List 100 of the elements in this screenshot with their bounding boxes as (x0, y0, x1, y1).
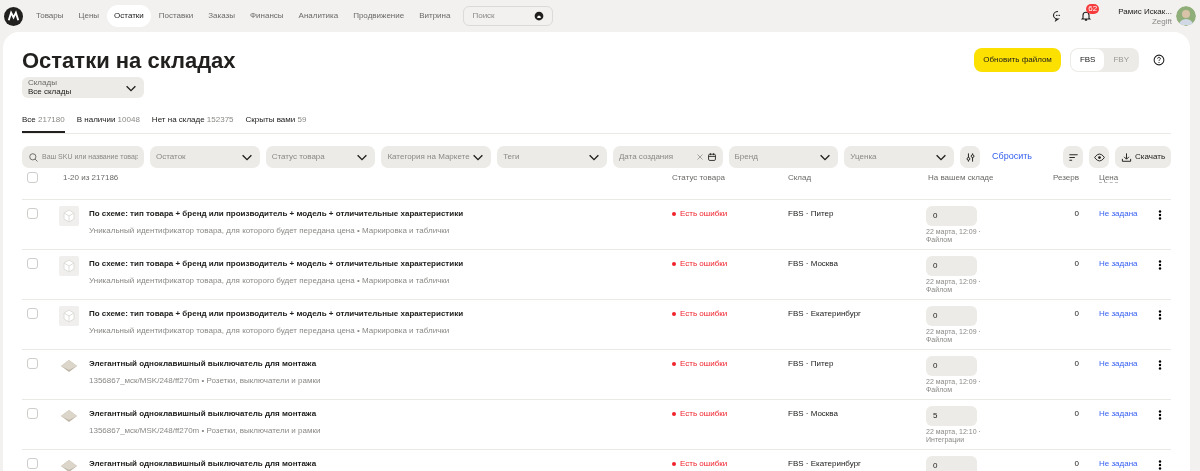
product-title[interactable]: Элегантный одноклавишный выключатель для монтажа (89, 458, 317, 470)
price-link[interactable]: Не задана (1079, 358, 1149, 370)
warehouse-text: FBS · Москва (788, 408, 839, 420)
product-title[interactable]: По схеме: тип товара + бренд или производитель + модель + отличительные характеристики (89, 308, 464, 320)
settings-button[interactable] (960, 146, 981, 168)
stock-field[interactable]: 0 (926, 306, 977, 326)
checkbox[interactable] (27, 358, 38, 369)
search-field[interactable]: Поиск (463, 6, 554, 26)
nav-tab[interactable]: Заказы (201, 5, 242, 27)
product-subtitle: Уникальный идентификатор товара, для которого будет передана цена • Маркировка и таблички (89, 325, 451, 337)
status-dot-icon (672, 362, 676, 366)
nav-tab[interactable]: Продвижение (346, 5, 412, 27)
nav-tab[interactable]: Цены (71, 5, 107, 27)
stock-field[interactable]: 0 (926, 356, 977, 376)
filter-select[interactable]: Уценка (844, 146, 955, 168)
price-link[interactable]: Не задана (1079, 408, 1149, 420)
status-text: Есть ошибки (680, 358, 728, 370)
sort-button[interactable] (1063, 146, 1084, 168)
warehouse-text: FBS · Питер (788, 358, 835, 370)
status-text: Есть ошибки (680, 308, 728, 320)
warehouse-text: FBS · Москва (788, 258, 839, 270)
product-title[interactable]: По схеме: тип товара + бренд или производитель + модель + отличительные характеристики (89, 208, 464, 220)
more-icon (1156, 310, 1164, 320)
checkbox[interactable] (27, 408, 38, 419)
page-title: Остатки на складах (22, 47, 237, 74)
stock-field[interactable]: 0 (926, 256, 977, 276)
download-button[interactable]: Скачать (1115, 146, 1172, 168)
mode-option[interactable]: FBS (1070, 49, 1105, 71)
price-link[interactable]: Не задана (1079, 308, 1149, 320)
price-link[interactable]: Не задана (1079, 258, 1149, 270)
warehouse-text: FBS · Екатеринбург (788, 308, 862, 320)
clear-icon (695, 153, 704, 161)
box-icon (59, 306, 79, 326)
price-link[interactable]: Не задана (1079, 208, 1149, 220)
sort-icon (1067, 151, 1079, 163)
status-dot-icon (672, 262, 676, 266)
view-icon (1093, 151, 1105, 163)
filter-tab[interactable]: Все 217180 (22, 114, 65, 133)
status-text: Есть ошибки (680, 458, 728, 470)
calendar-icon (706, 152, 717, 162)
checkbox[interactable] (27, 308, 38, 319)
reset-link[interactable]: Сбросить (992, 150, 1033, 164)
stock-field[interactable]: 0 (926, 206, 977, 226)
bell-icon (1080, 10, 1093, 22)
reserve-text: 0 (1073, 458, 1079, 470)
avatar[interactable] (1176, 6, 1196, 26)
date-field[interactable]: Дата создания (612, 146, 723, 168)
stock-field[interactable]: 5 (926, 406, 977, 426)
warehouse-text: FBS · Екатеринбург (788, 458, 862, 470)
search-icon (28, 151, 39, 163)
filter-tab[interactable]: Скрыты вами 59 (245, 114, 307, 133)
checkbox[interactable] (27, 458, 38, 469)
product-title[interactable]: Элегантный одноклавишный выключатель для монтажа (89, 358, 321, 370)
nav-tab[interactable]: Аналитика (291, 5, 346, 27)
help-icon (1153, 54, 1165, 66)
nav-tab[interactable]: Товары (29, 5, 71, 27)
price-link[interactable]: Не задана (1079, 458, 1149, 470)
column-header: Резерв (1052, 172, 1079, 184)
more-icon (1156, 410, 1164, 420)
filter-select[interactable]: Остаток (150, 146, 260, 168)
product-title[interactable]: По схеме: тип товара + бренд или производитель + модель + отличительные характеристики (89, 258, 464, 270)
status-dot-icon (672, 462, 676, 466)
search-field[interactable]: Поиск (472, 10, 533, 22)
nav-tab[interactable]: Поставки (151, 5, 201, 27)
filter-select[interactable]: Статус товара (265, 146, 376, 168)
column-header[interactable]: Цена (1079, 172, 1149, 184)
reserve-text: 0 (1073, 358, 1079, 370)
status-text: Есть ошибки (680, 408, 728, 420)
select-label: Склады (28, 79, 58, 87)
filter-tab[interactable]: В наличии 10048 (76, 114, 140, 133)
checkbox[interactable] (27, 172, 38, 183)
stock-field[interactable]: 0 (926, 456, 977, 471)
filter-select[interactable]: Категория на Маркете (381, 146, 492, 168)
reserve-text: 0 (1073, 308, 1079, 320)
status-text: Есть ошибки (680, 258, 728, 270)
product-subtitle: 1356867_мск/MSK/248/ff270m • Розетки, выключатели и рамки (89, 425, 321, 437)
status-dot-icon (672, 412, 676, 416)
filter-select[interactable]: Бренд (728, 146, 839, 168)
product-subtitle: 1356867_мск/MSK/248/ff270m • Розетки, выключатели и рамки (89, 375, 321, 387)
reserve-text: 0 (1073, 258, 1079, 270)
more-icon (1156, 360, 1164, 370)
notification-badge: 62 (1086, 4, 1100, 14)
product-title[interactable]: Элегантный одноклавишный выключатель для монтажа (89, 408, 321, 420)
checkbox[interactable] (27, 258, 38, 269)
user-org: Zegift (1152, 16, 1172, 26)
nav-tab[interactable]: Витрина (412, 5, 458, 27)
product-subtitle: Уникальный идентификатор товара, для которого будет передана цена • Маркировка и таблички (89, 225, 451, 237)
checkbox[interactable] (27, 208, 38, 219)
nav-tab[interactable]: Финансы (242, 5, 291, 27)
select-value: Все склады (28, 88, 72, 96)
box-icon (59, 256, 79, 276)
download-icon (1121, 151, 1133, 163)
filter-select[interactable]: Теги (497, 146, 607, 168)
filter-tab[interactable]: Нет на складе 152375 (151, 114, 234, 133)
warehouse-select[interactable]: Склады Все склады (22, 77, 144, 98)
status-text: Есть ошибки (680, 208, 728, 220)
user-name[interactable]: Рамис Искак... (1118, 6, 1172, 17)
nav-tab[interactable]: Остатки (107, 5, 151, 27)
view-button[interactable] (1089, 146, 1110, 168)
update-file-button[interactable]: Обновить файлом (974, 48, 1061, 72)
